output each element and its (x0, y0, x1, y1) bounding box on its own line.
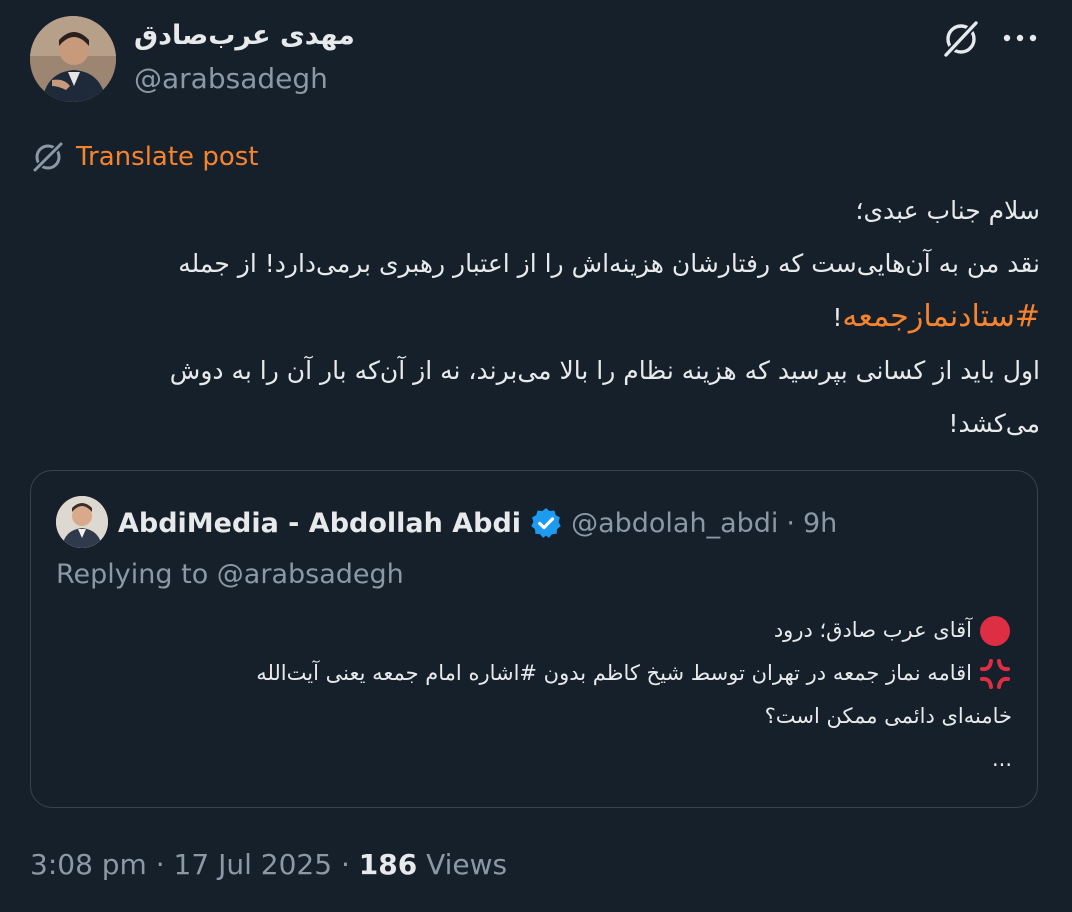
quoted-ellipsis: ... (991, 747, 1012, 771)
grok-button[interactable] (938, 16, 984, 62)
author-avatar[interactable] (30, 16, 116, 102)
quoted-line-1: آقای عرب صادق؛ درود (112, 609, 1012, 652)
hashtag-suffix: ! (832, 303, 843, 332)
grok-translate-icon (32, 141, 64, 173)
post-text: سلام جناب عبدی؛ نقد من به آن‌هایی‌ست که … (60, 184, 1040, 450)
views-label[interactable]: Views (426, 848, 507, 881)
post-line-3: #ستادنمازجمعه! (60, 290, 1040, 344)
post-line-2: نقد من به آن‌هایی‌ست که رفتارشان هزینه‌ا… (178, 249, 1040, 278)
quoted-line-2: اقامه نماز جمعه در تهران توسط شیخ کاظم ب… (112, 652, 1012, 695)
post-time[interactable]: 3:08 pm (30, 848, 147, 881)
meta-separator: · (340, 848, 350, 881)
author-handle[interactable]: @arabsadegh (134, 62, 328, 95)
post-meta: 3:08 pm · 17 Jul 2025 · 186 Views (30, 848, 507, 881)
replying-to: Replying to @arabsadegh (56, 559, 404, 590)
hashtag-link[interactable]: #ستادنمازجمعه (842, 299, 1040, 334)
translate-post-label: Translate post (76, 142, 259, 172)
post-line-4: اول باید از کسانی بپرسید که هزینه نظام ر… (169, 356, 1040, 385)
quoted-separator: · (786, 507, 795, 539)
post-line-1: سلام جناب عبدی؛ (855, 196, 1041, 225)
quoted-timestamp[interactable]: 9h (803, 508, 837, 539)
quoted-author-handle[interactable]: @abdolah_abdi (571, 508, 778, 539)
post-line-5: می‌کشد! (948, 409, 1040, 438)
author-name[interactable]: مهدی عرب‌صادق (134, 20, 355, 51)
quoted-line-1-text: آقای عرب صادق؛ درود (773, 618, 972, 642)
post-date[interactable]: 17 Jul 2025 (174, 848, 332, 881)
meta-separator: · (155, 848, 165, 881)
quoted-text: آقای عرب صادق؛ درود اقامه نماز جمعه در ت… (112, 609, 1012, 781)
quoted-header: AbdiMedia - Abdollah Abdi @abdolah_abdi … (118, 501, 837, 545)
translate-post-link[interactable]: Translate post (30, 138, 258, 176)
more-icon (1003, 34, 1037, 42)
quoted-line-3: خامنه‌ای دائمی ممکن است؟ (764, 704, 1012, 728)
quoted-author-avatar[interactable] (56, 496, 108, 548)
views-count[interactable]: 186 (359, 848, 417, 881)
red-circle-emoji (978, 614, 1012, 648)
grok-icon (943, 20, 979, 58)
verified-badge-icon (531, 508, 561, 538)
quoted-line-2-text: اقامه نماز جمعه در تهران توسط شیخ کاظم ب… (256, 661, 972, 685)
more-options-button[interactable] (998, 18, 1042, 58)
quoted-post[interactable]: AbdiMedia - Abdollah Abdi @abdolah_abdi … (30, 470, 1038, 808)
anger-symbol-emoji (978, 657, 1012, 691)
quoted-author-name[interactable]: AbdiMedia - Abdollah Abdi (118, 508, 521, 539)
